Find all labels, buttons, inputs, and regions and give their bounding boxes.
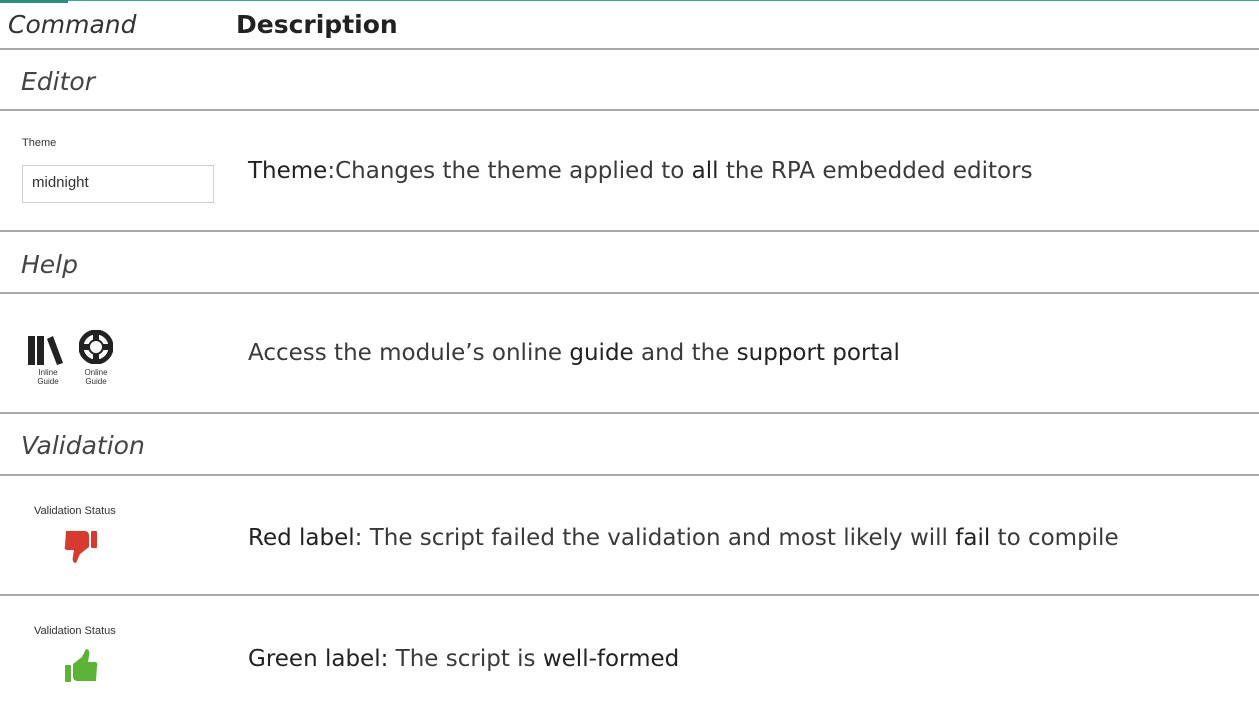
divider <box>0 594 1259 596</box>
thumbs-down-icon[interactable] <box>64 529 98 565</box>
theme-control-label: Theme <box>22 137 57 149</box>
section-editor: Editor <box>21 67 95 96</box>
section-help: Help <box>21 250 78 279</box>
desc-text: the RPA embedded editors <box>718 158 1033 184</box>
desc-bold: fail <box>955 525 991 551</box>
divider <box>0 109 1259 111</box>
divider <box>0 292 1259 294</box>
help-description: Access the module’s online guide and the… <box>248 340 900 366</box>
divider <box>0 48 1259 50</box>
online-guide-label-1: Online <box>84 368 108 377</box>
desc-text: to compile <box>990 525 1119 551</box>
table-header: Command Description <box>0 0 1259 50</box>
books-icon[interactable] <box>27 333 67 367</box>
validation-status-label: Validation Status <box>34 625 116 637</box>
desc-bold: well-formed <box>542 646 680 672</box>
thumbs-up-icon[interactable] <box>64 648 98 684</box>
inline-guide-label: Inline Guide <box>28 368 68 386</box>
desc-text: Access the module’s online <box>248 340 570 366</box>
section-validation: Validation <box>21 431 145 460</box>
desc-bold: all <box>691 158 719 184</box>
green-label-description: Green label: The script is well-formed <box>248 646 679 672</box>
inline-guide-label-2: Guide <box>37 377 59 386</box>
red-label-description: Red label: The script failed the validat… <box>248 525 1119 551</box>
divider <box>0 412 1259 414</box>
desc-bold: Green label: <box>248 646 389 672</box>
desc-bold: Theme <box>248 158 328 184</box>
desc-text: : The script failed the validation and m… <box>354 525 956 551</box>
divider <box>0 230 1259 232</box>
desc-bold: support portal <box>736 340 900 366</box>
divider <box>0 474 1259 476</box>
header-command: Command <box>8 10 137 39</box>
inline-guide-label-1: Inline <box>38 368 58 377</box>
online-guide-label: Online Guide <box>76 368 116 386</box>
desc-text: :Changes the theme applied to <box>327 158 692 184</box>
theme-description: Theme:Changes the theme applied to all t… <box>248 158 1033 184</box>
desc-text: The script is <box>388 646 543 672</box>
validation-status-label: Validation Status <box>34 505 116 517</box>
theme-input[interactable]: midnight <box>22 165 214 203</box>
lifebuoy-icon[interactable] <box>79 330 113 364</box>
online-guide-label-2: Guide <box>85 377 107 386</box>
desc-bold: guide <box>569 340 634 366</box>
desc-bold: Red label <box>248 525 355 551</box>
desc-text: and the <box>633 340 737 366</box>
header-description: Description <box>236 10 398 39</box>
